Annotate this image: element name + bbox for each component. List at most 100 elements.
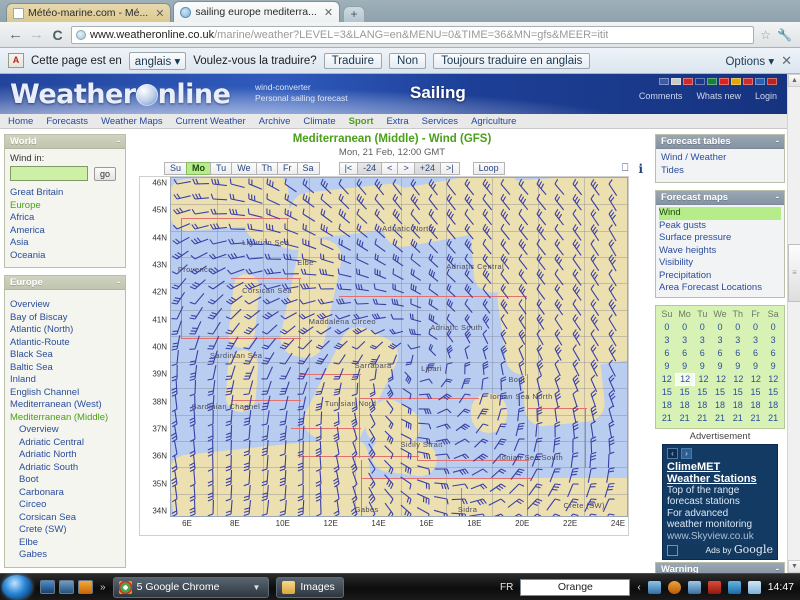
- bookmark-star-icon[interactable]: ☆: [760, 28, 771, 42]
- scrollbar-thumb[interactable]: [788, 244, 800, 302]
- time-cell-fr-18[interactable]: 18: [747, 399, 765, 412]
- time-cell-sa-3[interactable]: 3: [764, 334, 782, 347]
- time-cell-th-18[interactable]: 18: [729, 399, 747, 412]
- scroll-down-arrow[interactable]: ▼: [788, 560, 800, 573]
- close-icon[interactable]: ✕: [321, 6, 333, 19]
- ad-info-icon[interactable]: [667, 544, 678, 556]
- language-select[interactable]: anglais ▾: [128, 51, 187, 70]
- advertisement-box[interactable]: ‹ › ClimeMET Weather Stations Top of the…: [662, 443, 778, 560]
- taskbar-button-chrome[interactable]: 5 Google Chrome ▼: [112, 576, 270, 598]
- site-info-icon[interactable]: [76, 29, 86, 40]
- page-scrollbar[interactable]: ▲ ▼: [787, 74, 800, 573]
- map-step-button-minus24[interactable]: -24: [357, 162, 383, 175]
- time-cell-sa-18[interactable]: 18: [764, 399, 782, 412]
- europe-link-boot[interactable]: Boot: [10, 474, 120, 487]
- new-tab-button[interactable]: +: [343, 6, 366, 22]
- map-day-button-fr[interactable]: Fr: [277, 162, 298, 175]
- world-link-asia[interactable]: Asia: [10, 237, 120, 250]
- flag-icon-1[interactable]: [671, 78, 681, 85]
- wrench-menu-icon[interactable]: 🔧: [777, 28, 792, 42]
- nav-item-current-weather[interactable]: Current Weather: [176, 116, 246, 127]
- time-cell-mo-3[interactable]: 3: [676, 334, 694, 347]
- time-cell-fr-9[interactable]: 9: [747, 360, 765, 373]
- time-cell-su-21[interactable]: 21: [658, 412, 676, 425]
- time-cell-tu-0[interactable]: 0: [693, 321, 711, 334]
- time-selection-grid[interactable]: Su Mo Tu We Th Fr Sa 0 0 0 0 0 0 0 3 3 3 3 3 3 3 6 6 6 6 6 6 6 9 9 9 9 9…: [655, 304, 785, 429]
- collapse-icon[interactable]: -: [776, 136, 779, 147]
- time-cell-fr-12[interactable]: 12: [747, 373, 764, 386]
- language-indicator[interactable]: FR: [500, 582, 513, 593]
- nav-item-forecasts[interactable]: Forecasts: [46, 116, 88, 127]
- europe-link-elbe[interactable]: Elbe: [10, 537, 120, 550]
- scroll-up-arrow[interactable]: ▲: [788, 74, 800, 87]
- update-icon[interactable]: [727, 580, 741, 594]
- ad-next-icon[interactable]: ›: [681, 447, 692, 459]
- forecast-tables-header[interactable]: Forecast tables -: [656, 135, 784, 149]
- always-translate-button[interactable]: Toujours traduire en anglais: [433, 52, 591, 69]
- time-cell-sa-12[interactable]: 12: [765, 373, 782, 386]
- flag-icon-0[interactable]: [659, 78, 669, 85]
- forecast-map-link-precipitation[interactable]: Precipitation: [659, 270, 781, 283]
- time-cell-th-9[interactable]: 9: [729, 360, 747, 373]
- back-arrow-icon[interactable]: ←: [8, 26, 23, 43]
- map-day-button-su[interactable]: Su: [164, 162, 188, 175]
- europe-link-atlantic-route[interactable]: Atlantic-Route: [10, 337, 120, 350]
- time-cell-fr-15[interactable]: 15: [747, 386, 765, 399]
- flag-icon-9[interactable]: [767, 78, 777, 85]
- europe-link-adriatic-north[interactable]: Adriatic North: [10, 449, 120, 462]
- flag-icon-5[interactable]: [719, 78, 729, 85]
- europe-link-circeo[interactable]: Circeo: [10, 499, 120, 512]
- forecast-table-link-tides[interactable]: Tides: [661, 165, 779, 178]
- map-day-button-tu[interactable]: Tu: [210, 162, 233, 175]
- collapse-icon[interactable]: -: [117, 136, 120, 147]
- flag-icon-8[interactable]: [755, 78, 765, 85]
- time-cell-we-6[interactable]: 6: [711, 347, 729, 360]
- forecast-map-link-visibility[interactable]: Visibility: [659, 257, 781, 270]
- map-day-button-th[interactable]: Th: [255, 162, 279, 175]
- nav-item-extra[interactable]: Extra: [386, 116, 408, 127]
- time-cell-sa-6[interactable]: 6: [764, 347, 782, 360]
- nav-item-home[interactable]: Home: [8, 116, 33, 127]
- europe-link-baltic-sea[interactable]: Baltic Sea: [10, 362, 120, 375]
- time-cell-sa-0[interactable]: 0: [764, 321, 782, 334]
- time-cell-mo-18[interactable]: 18: [676, 399, 694, 412]
- close-icon[interactable]: ✕: [152, 7, 164, 20]
- header-link-whatsnew[interactable]: Whats new: [696, 91, 741, 101]
- europe-link-inland[interactable]: Inland: [10, 374, 120, 387]
- options-menu[interactable]: Options ▾: [725, 54, 774, 68]
- map-canvas[interactable]: Ligurian Sea Adriatic North Elbe Adriatic C…: [170, 177, 628, 517]
- browser-tab-1[interactable]: Météo-marine.com - Mé... ✕: [6, 3, 172, 22]
- time-cell-sa-9[interactable]: 9: [764, 360, 782, 373]
- ad-url[interactable]: www.Skyview.co.uk: [667, 531, 773, 543]
- collapse-icon[interactable]: -: [776, 564, 779, 574]
- messenger-icon[interactable]: [667, 580, 681, 594]
- time-cell-mo-6[interactable]: 6: [676, 347, 694, 360]
- time-cell-we-3[interactable]: 3: [711, 334, 729, 347]
- europe-link-mediterranean-west[interactable]: Mediterranean (West): [10, 399, 120, 412]
- time-cell-mo-21[interactable]: 21: [676, 412, 694, 425]
- ad-prev-icon[interactable]: ‹: [667, 447, 678, 459]
- antivirus-icon[interactable]: [707, 580, 721, 594]
- collapse-icon[interactable]: -: [776, 192, 779, 203]
- time-cell-we-15[interactable]: 15: [711, 386, 729, 399]
- time-cell-mo-9[interactable]: 9: [676, 360, 694, 373]
- nav-item-archive[interactable]: Archive: [259, 116, 291, 127]
- europe-link-overview[interactable]: Overview: [10, 424, 120, 437]
- collapse-icon[interactable]: -: [117, 277, 120, 288]
- start-button-icon[interactable]: [2, 575, 32, 599]
- time-cell-fr-6[interactable]: 6: [747, 347, 765, 360]
- europe-link-carbonara[interactable]: Carbonara: [10, 487, 120, 500]
- time-cell-tu-9[interactable]: 9: [693, 360, 711, 373]
- europe-link-adriatic-central[interactable]: Adriatic Central: [10, 437, 120, 450]
- forecast-map-link-wind[interactable]: Wind: [659, 207, 781, 220]
- europe-link-overview[interactable]: Overview: [10, 299, 120, 312]
- reload-icon[interactable]: C: [50, 27, 65, 43]
- time-cell-we-12[interactable]: 12: [712, 373, 729, 386]
- time-cell-mo-0[interactable]: 0: [676, 321, 694, 334]
- time-cell-we-0[interactable]: 0: [711, 321, 729, 334]
- flag-icon-6[interactable]: [731, 78, 741, 85]
- forward-arrow-icon[interactable]: →: [29, 26, 44, 43]
- forecast-map-link-area-forecast-locations[interactable]: Area Forecast Locations: [659, 282, 781, 295]
- europe-link-black-sea[interactable]: Black Sea: [10, 349, 120, 362]
- time-cell-th-21[interactable]: 21: [729, 412, 747, 425]
